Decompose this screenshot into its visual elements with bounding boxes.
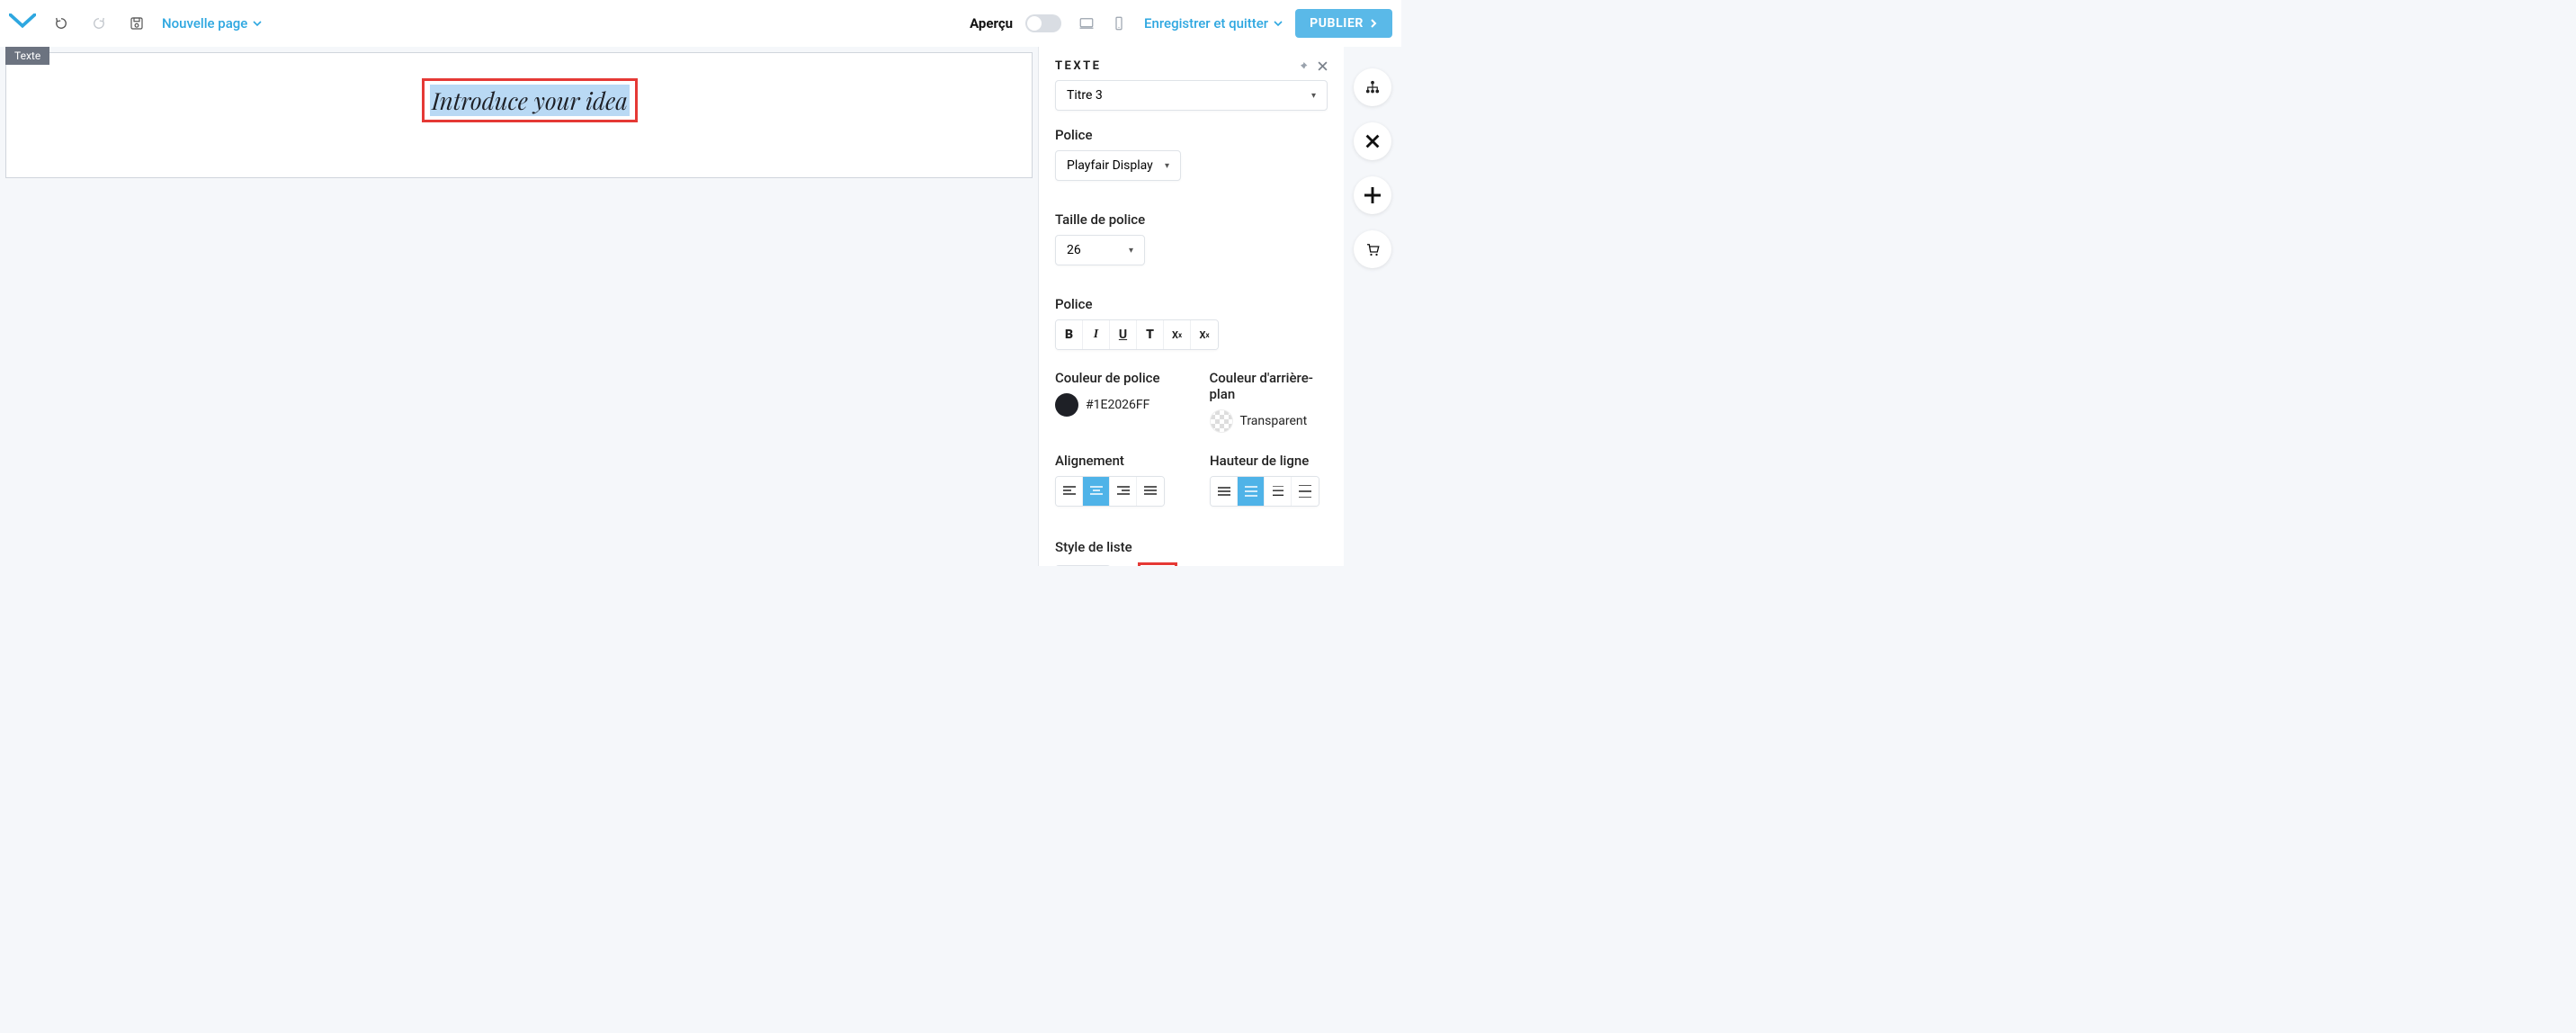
lineheight-tight-button[interactable] [1211,477,1238,506]
editable-text[interactable]: Introduce your idea [430,85,630,116]
chevron-down-icon: ▾ [1165,161,1169,171]
device-switcher [1074,11,1131,36]
strikethrough-button[interactable]: T [1137,320,1164,349]
chevron-down-icon: ▾ [1129,246,1133,256]
fontcolor-label: Couleur de police [1055,370,1174,386]
close-panel-button[interactable] [1354,122,1391,160]
structure-button[interactable] [1354,68,1391,106]
save-exit-label: Enregistrer et quitter [1144,15,1268,31]
pin-icon[interactable] [1298,61,1309,72]
chevron-down-icon [253,19,262,28]
save-button[interactable] [124,11,149,36]
fontstyle-label: Police [1055,296,1328,312]
font-color-value: #1E2026FF [1086,398,1149,412]
lineheight-loose-button[interactable] [1265,477,1292,506]
selected-element-tag[interactable]: Texte [5,47,49,65]
list-style-group: 123 [1055,565,1111,566]
add-element-button[interactable] [1354,176,1391,214]
font-select[interactable]: Playfair Display ▾ [1055,150,1181,181]
text-section-frame[interactable]: Introduce your idea [5,52,1033,178]
heading-select[interactable]: Titre 3 ▾ [1055,80,1328,111]
cart-button[interactable] [1354,230,1391,268]
align-center-button[interactable] [1083,477,1110,506]
align-left-button[interactable] [1056,477,1083,506]
canvas: Texte Introduce your idea [0,47,1038,566]
color-swatch-dark [1055,393,1078,417]
page-dropdown-label: Nouvelle page [162,15,247,31]
align-label: Alignement [1055,453,1165,469]
font-style-group: B I U T Xx Xx [1055,319,1219,350]
right-vertical-toolbar [1344,47,1401,566]
superscript-button[interactable]: Xx [1191,320,1218,349]
font-value: Playfair Display [1067,158,1153,173]
panel-header: TEXTE [1055,59,1328,73]
bgcolor-label: Couleur d'arrière-plan [1210,370,1328,402]
toolbar-right: Aperçu Enregistrer et quitter PUBLIER [970,9,1392,38]
bg-color-picker[interactable]: Transparent [1210,409,1328,433]
undo-button[interactable] [49,11,74,36]
selected-text-block[interactable]: Introduce your idea [422,78,638,122]
preview-toggle[interactable] [1025,14,1061,32]
top-toolbar: Nouvelle page Aperçu Enregistrer et quit… [0,0,1401,47]
chevron-right-icon [1369,19,1378,28]
italic-button[interactable]: I [1083,320,1110,349]
lineheight-label: Hauteur de ligne [1210,453,1319,469]
color-swatch-transparent [1210,409,1233,433]
fontsize-value: 26 [1067,243,1081,257]
align-group [1055,476,1165,507]
underline-button[interactable]: U [1110,320,1137,349]
desktop-icon[interactable] [1074,11,1099,36]
fontsize-select[interactable]: 26 ▾ [1055,235,1145,265]
close-icon[interactable] [1318,61,1328,72]
align-right-button[interactable] [1110,477,1137,506]
insert-link-button[interactable] [1138,562,1177,566]
align-justify-button[interactable] [1137,477,1164,506]
panel-title: TEXTE [1055,59,1102,73]
publish-button[interactable]: PUBLIER [1295,9,1392,38]
bg-color-value: Transparent [1240,414,1308,428]
toolbar-left: Nouvelle page [9,11,262,36]
subscript-button[interactable]: Xx [1164,320,1191,349]
preview-label: Aperçu [970,15,1013,31]
mobile-icon[interactable] [1106,11,1131,36]
lineheight-xloose-button[interactable] [1292,477,1319,506]
align-row: Alignement Hauteur de ligne [1055,449,1328,523]
chevron-down-icon: ▾ [1311,91,1316,101]
font-label: Police [1055,127,1328,143]
page-dropdown[interactable]: Nouvelle page [162,15,262,31]
liststyle-label: Style de liste [1055,539,1328,555]
font-color-picker[interactable]: #1E2026FF [1055,393,1174,417]
publish-label: PUBLIER [1310,16,1364,31]
color-row: Couleur de police #1E2026FF Couleur d'ar… [1055,366,1328,433]
redo-button[interactable] [86,11,112,36]
save-and-exit[interactable]: Enregistrer et quitter [1144,15,1283,31]
properties-panel: TEXTE Titre 3 ▾ Police Playfair Display … [1038,47,1344,566]
lineheight-normal-button[interactable] [1238,477,1265,506]
lineheight-group [1210,476,1319,507]
app-logo[interactable] [9,13,36,34]
bold-button[interactable]: B [1056,320,1083,349]
heading-value: Titre 3 [1067,88,1103,103]
chevron-down-icon [1274,19,1283,28]
fontsize-label: Taille de police [1055,211,1328,228]
main-area: Texte Introduce your idea TEXTE Titre 3 … [0,47,1401,566]
